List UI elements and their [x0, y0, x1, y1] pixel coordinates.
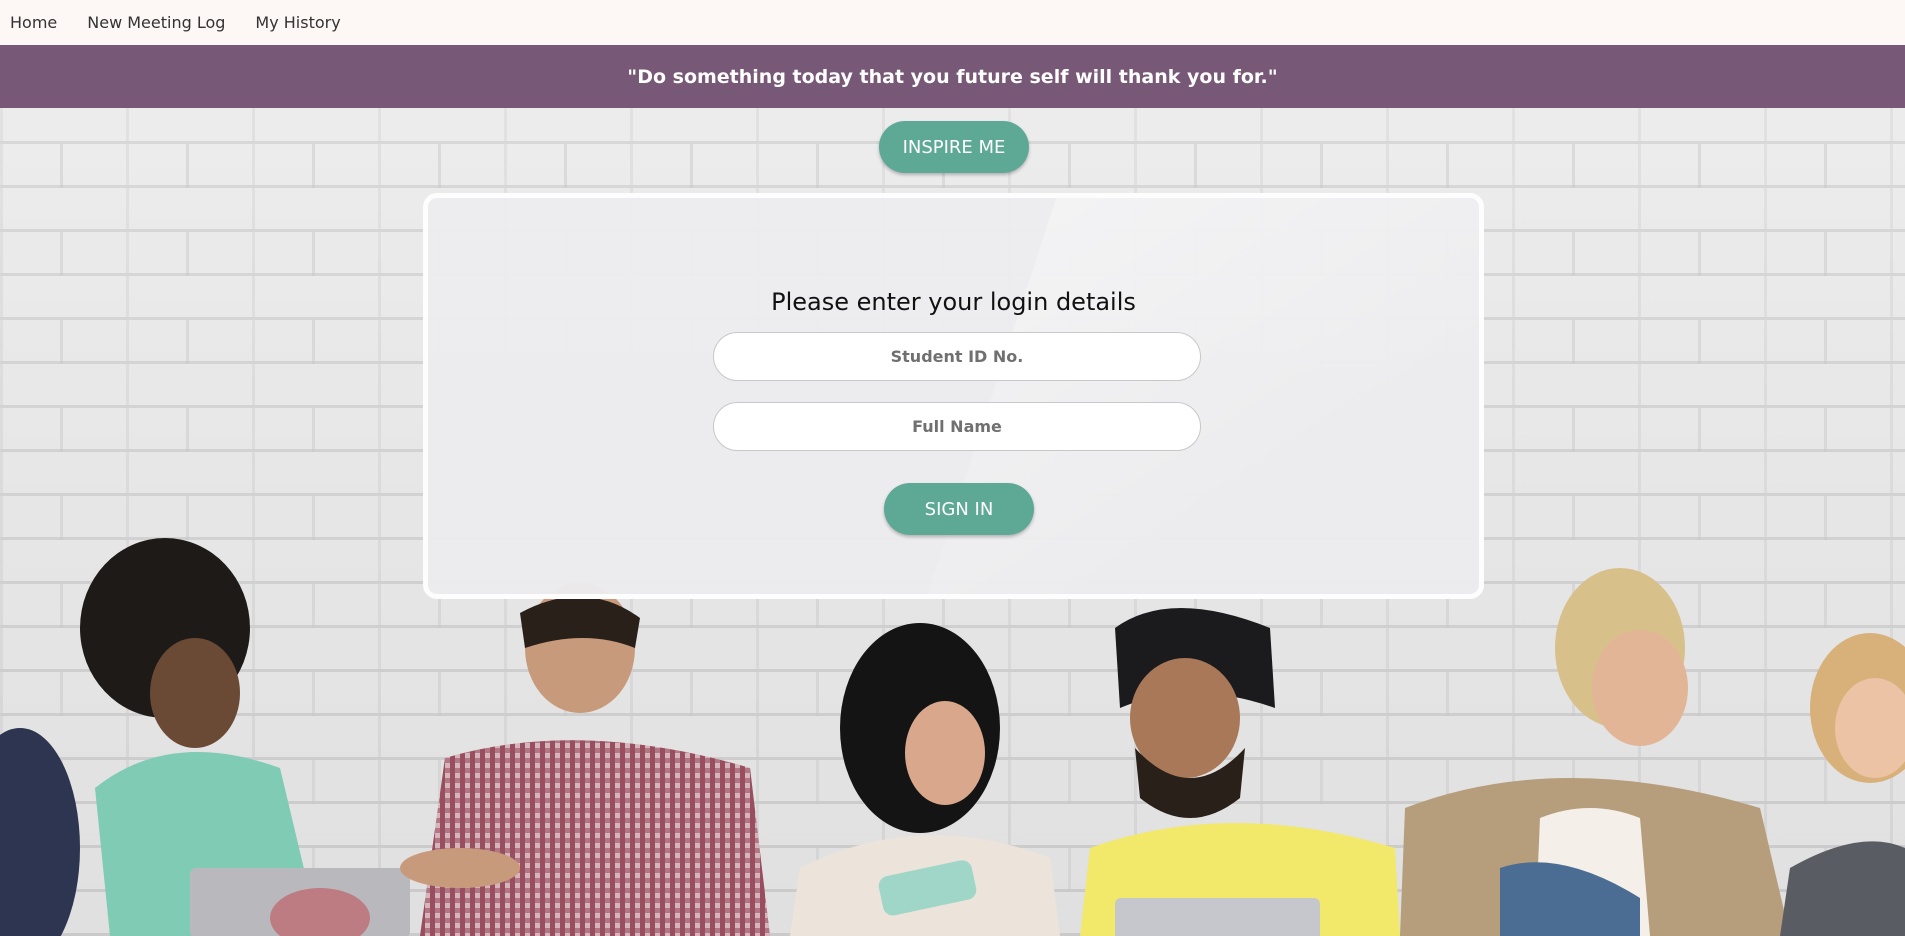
sign-in-button[interactable]: SIGN IN [884, 483, 1034, 535]
student-id-input[interactable] [713, 332, 1201, 381]
quote-text: "Do something today that you future self… [627, 65, 1278, 88]
quote-banner: "Do something today that you future self… [0, 45, 1905, 108]
nav-link-my-history[interactable]: My History [255, 13, 340, 32]
nav-link-home[interactable]: Home [10, 13, 57, 32]
login-card: Please enter your login details SIGN IN [423, 193, 1484, 599]
nav-link-new-meeting-log[interactable]: New Meeting Log [87, 13, 225, 32]
card-decoration [913, 198, 1479, 594]
inspire-me-button[interactable]: INSPIRE ME [879, 121, 1029, 173]
login-heading: Please enter your login details [771, 288, 1136, 316]
full-name-input[interactable] [713, 402, 1201, 451]
top-navigation: Home New Meeting Log My History [0, 0, 1905, 45]
